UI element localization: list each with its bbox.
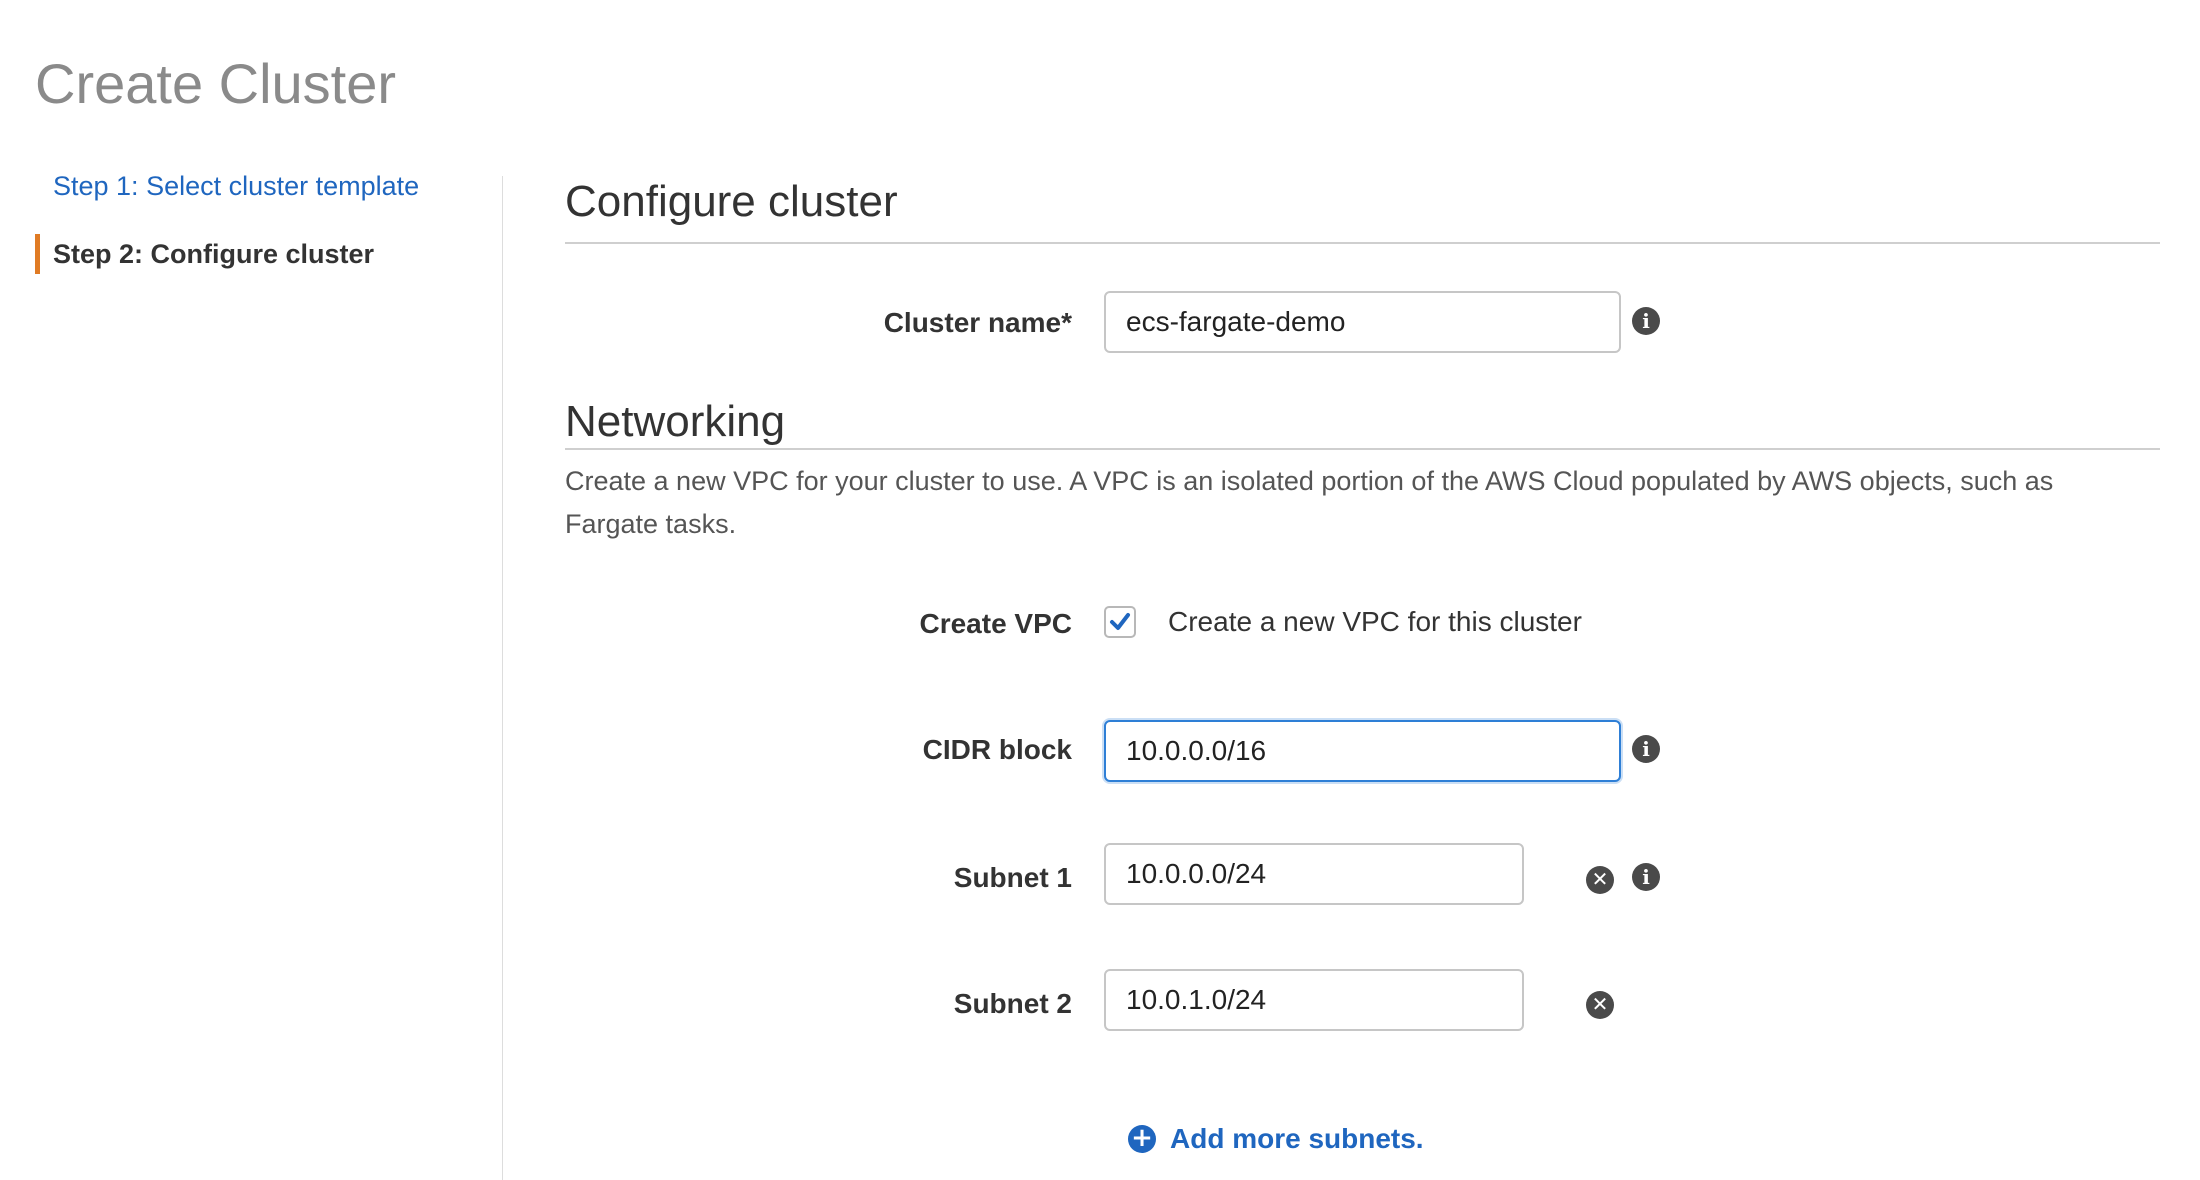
step-1-link[interactable]: Step 1: Select cluster template (35, 168, 495, 204)
step-2-active: Step 2: Configure cluster (35, 234, 495, 274)
create-vpc-checkbox[interactable] (1104, 606, 1136, 638)
configure-cluster-heading: Configure cluster (565, 177, 898, 226)
plus-circle-icon: + (1128, 1125, 1156, 1153)
step-navigation: Step 1: Select cluster template Step 2: … (35, 168, 495, 274)
info-icon[interactable]: i (1632, 735, 1660, 763)
subnet-1-input[interactable] (1104, 843, 1524, 905)
create-vpc-checkbox-label[interactable]: Create a new VPC for this cluster (1168, 604, 1582, 640)
section-divider (565, 242, 2160, 244)
info-icon[interactable]: i (1632, 863, 1660, 891)
create-cluster-page: Create Cluster Step 1: Select cluster te… (0, 0, 2200, 1180)
networking-heading: Networking (565, 397, 786, 446)
subnet-1-label: Subnet 1 (953, 862, 1072, 893)
cidr-block-label: CIDR block (922, 734, 1072, 765)
section-divider (565, 448, 2160, 450)
step-2-label: Step 2: Configure cluster (53, 239, 375, 269)
page-title: Create Cluster (35, 52, 397, 115)
create-vpc-label: Create VPC (919, 608, 1072, 639)
networking-description: Create a new VPC for your cluster to use… (565, 466, 2054, 539)
vertical-divider (502, 176, 503, 1180)
checkmark-icon (1110, 613, 1130, 630)
add-more-subnets-link[interactable]: + Add more subnets. (1128, 1121, 1424, 1157)
info-icon[interactable]: i (1632, 307, 1660, 335)
remove-icon[interactable]: ✕ (1586, 991, 1614, 1019)
subnet-2-label: Subnet 2 (953, 988, 1072, 1019)
remove-icon[interactable]: ✕ (1586, 866, 1614, 894)
add-more-subnets-label: Add more subnets. (1170, 1123, 1424, 1154)
active-step-indicator (35, 234, 40, 274)
cluster-name-input[interactable] (1104, 291, 1621, 353)
cluster-name-label: Cluster name* (883, 307, 1072, 338)
cidr-block-input[interactable] (1104, 720, 1621, 782)
subnet-2-input[interactable] (1104, 969, 1524, 1031)
